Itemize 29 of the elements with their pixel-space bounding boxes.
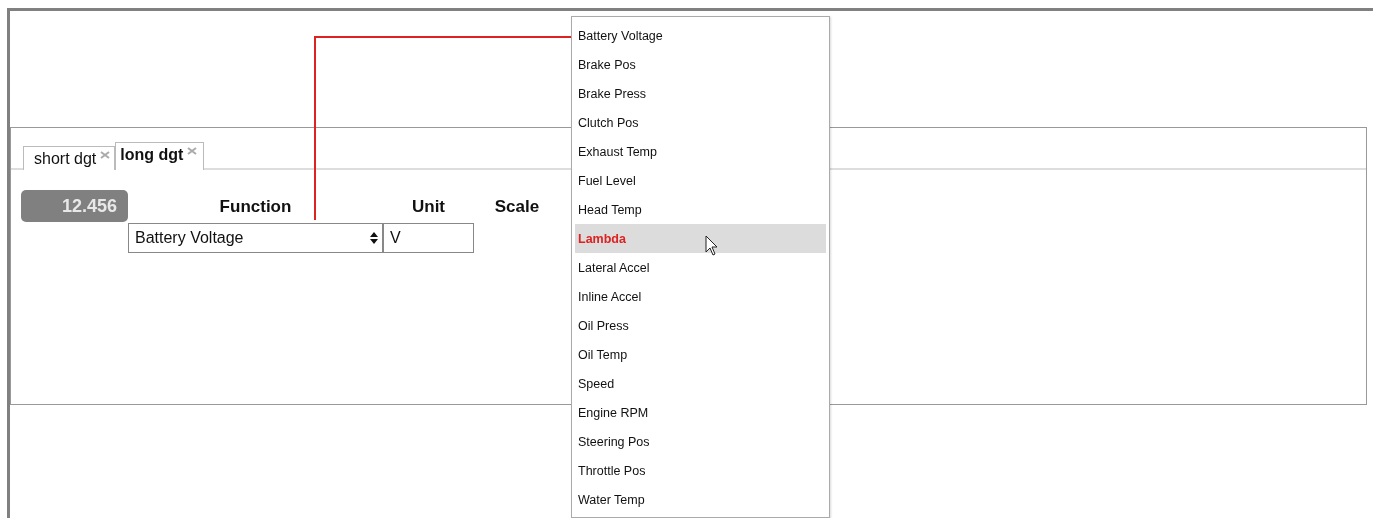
dropdown-option[interactable]: Head Temp <box>575 195 826 224</box>
unit-field[interactable]: V <box>383 223 474 253</box>
close-icon[interactable] <box>187 147 198 155</box>
dropdown-option[interactable]: Clutch Pos <box>575 108 826 137</box>
dropdown-option[interactable]: Steering Pos <box>575 427 826 456</box>
close-icon[interactable] <box>100 151 111 159</box>
value-display: 12.456 <box>21 190 128 222</box>
dropdown-option[interactable]: Lambda <box>575 224 826 253</box>
dropdown-option[interactable]: Brake Press <box>575 79 826 108</box>
dropdown-option[interactable]: Oil Press <box>575 311 826 340</box>
tab[interactable]: long dgt <box>115 142 205 170</box>
column-header: Unit <box>410 196 446 218</box>
tab[interactable]: short dgt <box>23 146 116 170</box>
dropdown-option[interactable]: Exhaust Temp <box>575 137 826 166</box>
updown-icon <box>370 231 378 245</box>
column-header: Function <box>218 196 293 218</box>
dropdown-option[interactable]: Lateral Accel <box>575 253 826 282</box>
dropdown-option[interactable]: Throttle Pos <box>575 456 826 485</box>
dropdown-option[interactable]: Oil Temp <box>575 340 826 369</box>
dropdown-option[interactable]: Inline Accel <box>575 282 826 311</box>
pointer-cursor-icon <box>705 235 718 256</box>
dropdown-option[interactable]: Water Temp <box>575 485 826 514</box>
dropdown-option[interactable]: Speed <box>575 369 826 398</box>
dropdown-option[interactable]: Fuel Level <box>575 166 826 195</box>
dropdown-option[interactable]: Battery Voltage <box>575 21 826 50</box>
column-header: Scale <box>493 196 541 218</box>
dropdown-option[interactable]: Engine RPM <box>575 398 826 427</box>
dropdown-option[interactable]: Brake Pos <box>575 50 826 79</box>
function-select[interactable]: Battery Voltage <box>128 223 383 253</box>
